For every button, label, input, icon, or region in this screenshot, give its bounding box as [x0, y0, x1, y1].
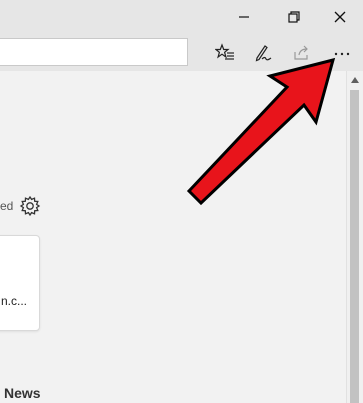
share-icon — [294, 45, 308, 60]
top-site-tile-label: n.c... — [1, 294, 28, 308]
page-content — [0, 71, 346, 403]
customize-settings-button[interactable] — [19, 195, 41, 217]
scroll-up-button[interactable] — [347, 71, 363, 89]
more-actions-button[interactable] — [328, 39, 356, 67]
news-heading: News — [4, 385, 41, 401]
personalized-label: ed — [0, 199, 14, 213]
minimize-button[interactable] — [221, 0, 267, 34]
more-ellipsis-icon — [334, 52, 350, 56]
restore-button[interactable] — [271, 0, 317, 34]
minimize-icon — [239, 16, 249, 18]
title-bar — [0, 0, 363, 34]
restore-icon — [288, 11, 300, 23]
favorites-bar-star-icon — [215, 43, 234, 60]
close-button[interactable] — [317, 0, 363, 34]
vertical-scrollbar[interactable] — [346, 71, 363, 403]
close-icon — [334, 11, 346, 23]
gear-icon — [19, 195, 41, 217]
address-bar[interactable] — [0, 38, 188, 66]
favorites-bar-button[interactable] — [211, 39, 239, 67]
web-notes-pen-icon — [255, 45, 272, 62]
top-site-tile[interactable]: n.c... — [0, 235, 40, 331]
share-button[interactable] — [288, 39, 316, 67]
browser-window: ed n.c... News — [0, 0, 363, 403]
scrollbar-thumb[interactable] — [350, 90, 359, 403]
scroll-up-arrow-icon — [351, 77, 359, 83]
web-notes-button[interactable] — [249, 39, 277, 67]
